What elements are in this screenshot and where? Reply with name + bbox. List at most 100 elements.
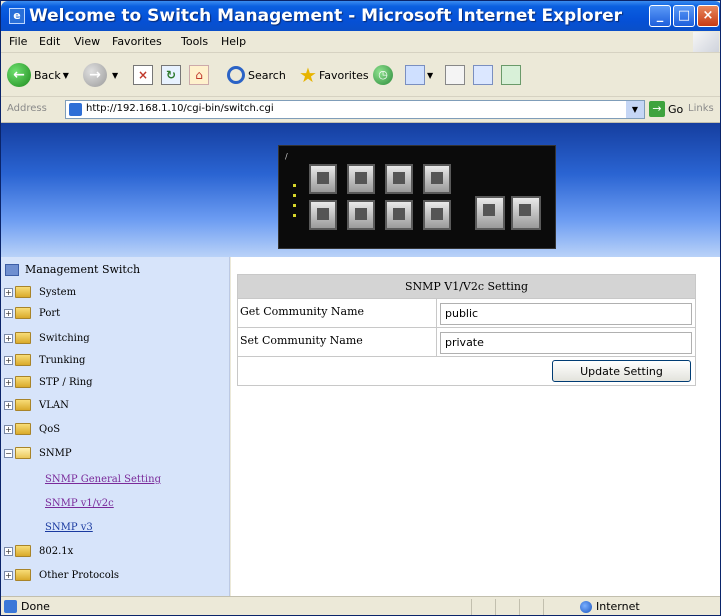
links-button[interactable]: Links: [688, 103, 714, 114]
sidebar-tree: Management Switch + System + Port + Swit…: [1, 257, 230, 596]
back-button[interactable]: ← Back ▼: [7, 59, 69, 91]
star-icon: ★: [299, 63, 317, 87]
history-button[interactable]: ◷: [373, 59, 396, 91]
edit-button[interactable]: [473, 59, 493, 91]
page-icon: [69, 103, 82, 116]
sidebar-item-trunking[interactable]: + Trunking: [4, 354, 85, 366]
menu-view[interactable]: View: [74, 35, 100, 48]
expand-icon[interactable]: +: [4, 355, 13, 365]
ie-page-icon: e: [9, 8, 25, 24]
sidebar-item-label: Other Protocols: [39, 569, 120, 581]
set-community-label: Set Community Name: [238, 328, 437, 356]
folder-icon: [15, 307, 31, 319]
page-done-icon: [4, 600, 17, 613]
expand-icon[interactable]: +: [4, 546, 13, 556]
windows-logo-icon: [693, 32, 719, 52]
title-bar[interactable]: e Welcome to Switch Management - Microso…: [1, 1, 720, 31]
forward-button[interactable]: → ▼: [83, 59, 118, 91]
panel-mark: /: [285, 152, 288, 161]
sfp-port: [511, 196, 541, 230]
folder-icon: [15, 376, 31, 388]
folder-open-icon: [15, 447, 31, 459]
expand-icon[interactable]: +: [4, 424, 13, 434]
expand-icon[interactable]: +: [4, 308, 13, 318]
stop-button[interactable]: ×: [133, 59, 153, 91]
sidebar-item-label: SNMP: [39, 447, 72, 459]
sidebar-item-8021x[interactable]: + 802.1x: [4, 545, 73, 557]
sidebar-item-vlan[interactable]: + VLAN: [4, 399, 69, 411]
mail-button[interactable]: ▼: [405, 59, 433, 91]
sidebar-item-port[interactable]: + Port: [4, 307, 60, 319]
rj45-port: [309, 164, 337, 194]
print-button[interactable]: [445, 59, 465, 91]
minimize-button[interactable]: _: [649, 5, 671, 27]
sidebar-link-snmp-v1v2c[interactable]: SNMP v1/v2c: [45, 498, 114, 509]
stop-icon: ×: [133, 65, 153, 85]
zone-text: Internet: [596, 600, 640, 613]
sidebar-item-label: VLAN: [39, 399, 69, 411]
print-icon: [445, 65, 465, 85]
search-label: Search: [248, 68, 286, 82]
address-dropdown-icon[interactable]: ▼: [626, 101, 644, 118]
form-row-set-community: Set Community Name: [238, 328, 695, 357]
sidebar-item-system[interactable]: + System: [4, 286, 76, 298]
refresh-button[interactable]: ↻: [161, 59, 181, 91]
status-bar: Done Internet: [1, 596, 720, 615]
sidebar-link-snmp-general-setting[interactable]: SNMP General Setting: [45, 474, 161, 485]
close-button[interactable]: ×: [697, 5, 719, 27]
sidebar-item-snmp[interactable]: − SNMP: [4, 447, 72, 459]
address-input[interactable]: http://192.168.1.10/cgi-bin/switch.cgi ▼: [65, 100, 645, 119]
form-row-actions: Update Setting: [238, 357, 695, 385]
get-community-input[interactable]: [440, 302, 692, 325]
led-indicator: [293, 214, 296, 217]
expand-icon[interactable]: +: [4, 400, 13, 410]
rj45-port: [385, 200, 413, 230]
expand-icon[interactable]: +: [4, 570, 13, 580]
folder-icon: [15, 354, 31, 366]
favorites-button[interactable]: ★ Favorites: [299, 59, 369, 91]
menu-bar: File Edit View Favorites Tools Help: [1, 31, 720, 53]
sidebar-item-other-protocols[interactable]: + Other Protocols: [4, 569, 119, 581]
tree-root[interactable]: Management Switch: [5, 263, 140, 276]
set-community-input[interactable]: [440, 331, 692, 354]
tree-root-label: Management Switch: [25, 263, 141, 276]
update-setting-button[interactable]: Update Setting: [552, 360, 691, 382]
back-label: Back: [34, 68, 61, 82]
go-button[interactable]: → Go: [649, 101, 683, 117]
mail-icon: [405, 65, 425, 85]
expand-icon[interactable]: +: [4, 333, 13, 343]
search-icon: [227, 66, 245, 84]
rj45-port: [347, 200, 375, 230]
menu-edit[interactable]: Edit: [39, 35, 60, 48]
menu-file[interactable]: File: [9, 35, 27, 48]
menu-tools[interactable]: Tools: [181, 35, 208, 48]
expand-icon[interactable]: +: [4, 377, 13, 387]
menu-help[interactable]: Help: [221, 35, 246, 48]
chevron-down-icon: ▼: [427, 70, 434, 80]
led-indicator: [293, 184, 296, 187]
menu-favorites[interactable]: Favorites: [112, 35, 162, 48]
sidebar-item-label: Trunking: [39, 354, 86, 366]
led-indicator: [293, 204, 296, 207]
address-bar: Address http://192.168.1.10/cgi-bin/swit…: [1, 97, 720, 123]
sidebar-item-stp-ring[interactable]: + STP / Ring: [4, 376, 93, 388]
collapse-icon[interactable]: −: [4, 448, 13, 458]
expand-icon[interactable]: +: [4, 287, 13, 297]
home-button[interactable]: ⌂: [189, 59, 209, 91]
led-indicator: [293, 194, 296, 197]
status-text: Done: [21, 600, 50, 613]
switch-front-panel-image: /: [278, 145, 556, 249]
maximize-button[interactable]: □: [673, 5, 695, 27]
rj45-port: [385, 164, 413, 194]
messenger-button[interactable]: [501, 59, 521, 91]
sidebar-item-qos[interactable]: + QoS: [4, 423, 60, 435]
go-arrow-icon: →: [649, 101, 665, 117]
sidebar-item-label: STP / Ring: [39, 376, 93, 388]
go-label: Go: [668, 102, 684, 116]
search-button[interactable]: Search: [227, 59, 286, 91]
rj45-port: [423, 200, 451, 230]
sidebar-item-switching[interactable]: + Switching: [4, 332, 90, 344]
get-community-label: Get Community Name: [238, 299, 437, 327]
sidebar-link-snmp-v3[interactable]: SNMP v3: [45, 522, 93, 533]
main-content: SNMP V1/V2c Setting Get Community Name S…: [231, 257, 720, 596]
